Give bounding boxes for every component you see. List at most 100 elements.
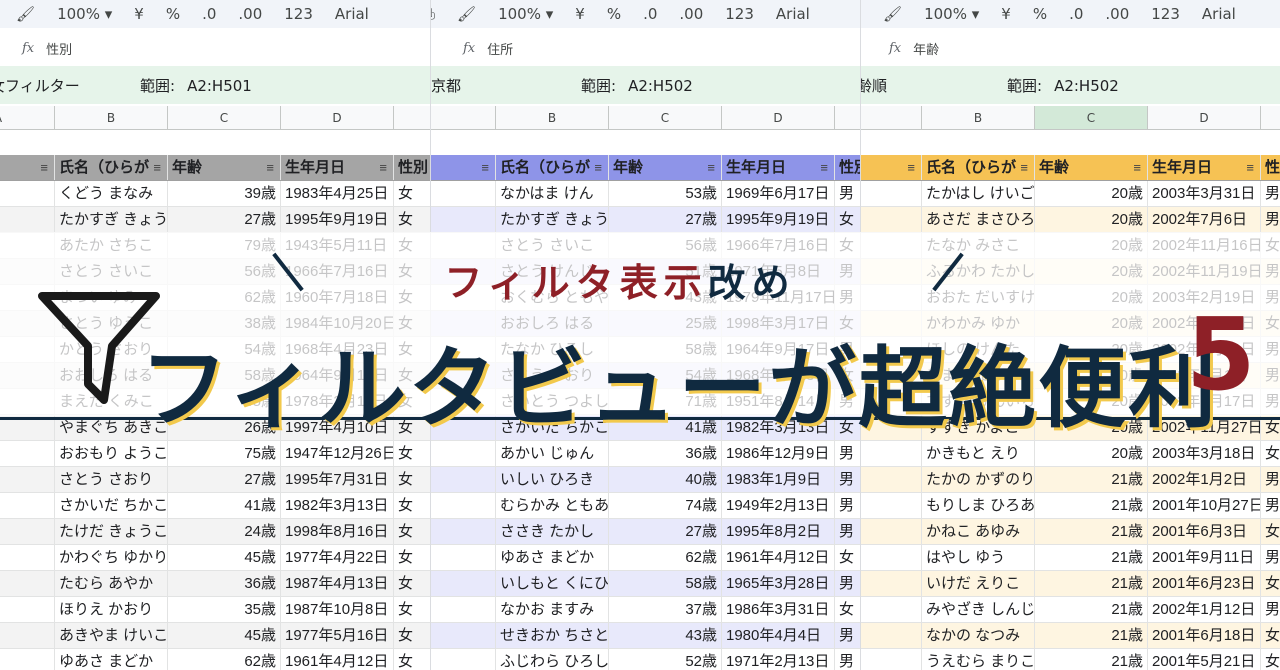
table-cell[interactable]: 男 [1261, 181, 1280, 206]
table-cell[interactable]: 41歳 [168, 493, 281, 518]
table-cell[interactable]: 男 [835, 571, 860, 596]
table-cell[interactable]: 2002年7月6日 [1148, 207, 1261, 232]
table-cell[interactable]: 男 [835, 519, 860, 544]
table-cell[interactable]: こ [861, 597, 922, 622]
table-cell[interactable]: 21歳 [1035, 597, 1148, 622]
header-cell[interactable]: 生年月日 [281, 155, 394, 180]
table-cell[interactable]: ふじわら ひろし [496, 649, 609, 670]
table-cell[interactable]: さかいだ ちかこ [55, 493, 168, 518]
table-cell[interactable]: 彦 [431, 571, 496, 596]
header-cell[interactable]: 年齢 [1035, 155, 1148, 180]
table-cell[interactable]: 1998年8月16日 [281, 519, 394, 544]
table-cell[interactable]: かねこ あゆみ [922, 519, 1035, 544]
table-cell[interactable]: 女 [394, 571, 430, 596]
table-cell[interactable]: 子 [0, 207, 55, 232]
table-cell[interactable]: 女 [1261, 519, 1280, 544]
table-cell[interactable]: 男 [835, 623, 860, 648]
table-cell[interactable]: 27歳 [168, 467, 281, 492]
table-cell[interactable]: 45歳 [168, 545, 281, 570]
table-cell[interactable]: 2001年6月23日 [1148, 571, 1261, 596]
number-format-button[interactable]: 123 [1151, 5, 1180, 23]
table-cell[interactable]: 男 [835, 181, 860, 206]
column-header-a[interactable] [861, 106, 922, 129]
table-cell[interactable]: 2001年6月3日 [1148, 519, 1261, 544]
table-cell[interactable]: 1980年4月4日 [722, 623, 835, 648]
header-cell[interactable] [431, 155, 496, 180]
decrease-decimal-button[interactable]: .0 [1069, 5, 1083, 23]
currency-button[interactable]: ¥ [134, 5, 144, 23]
table-cell[interactable]: 1983年4月25日 [281, 181, 394, 206]
table-cell[interactable]: 女 [1261, 623, 1280, 648]
decrease-decimal-button[interactable]: .0 [643, 5, 657, 23]
filter-view-name[interactable]: 女フィルター [0, 75, 140, 96]
table-cell[interactable]: 1982年3月13日 [281, 493, 394, 518]
table-cell[interactable]: せきおか ちさと [496, 623, 609, 648]
table-cell[interactable]: 21歳 [1035, 545, 1148, 570]
filter-range[interactable]: 範囲: A2:H502 [581, 75, 693, 96]
table-cell[interactable]: かり [0, 545, 55, 570]
table-cell[interactable] [0, 597, 55, 622]
table-cell[interactable]: いけだ えりこ [922, 571, 1035, 596]
formula-bar[interactable]: fx 性別 [0, 34, 430, 62]
column-header-e[interactable] [394, 106, 430, 129]
table-cell[interactable]: たかの かずのり [922, 467, 1035, 492]
table-cell[interactable]: 里 [431, 623, 496, 648]
number-format-button[interactable]: 123 [284, 5, 313, 23]
table-cell[interactable]: 崇 [431, 519, 496, 544]
table-cell[interactable]: 男 [1261, 493, 1280, 518]
percent-button[interactable]: % [166, 5, 180, 23]
header-cell[interactable]: 氏名（ひらが [55, 155, 168, 180]
table-cell[interactable]: 21歳 [1035, 519, 1148, 544]
formula-value[interactable]: 年齢 [913, 39, 939, 58]
table-cell[interactable]: 21歳 [1035, 623, 1148, 648]
zoom-select[interactable]: 100% ▾ [57, 5, 112, 23]
zoom-select[interactable]: 100% ▾ [498, 5, 553, 23]
table-cell[interactable]: 2001年6月18日 [1148, 623, 1261, 648]
table-cell[interactable]: 史 [431, 649, 496, 670]
table-cell[interactable]: 織 [0, 467, 55, 492]
percent-button[interactable]: % [1033, 5, 1047, 23]
print-icon[interactable]: ⎙ [861, 5, 862, 23]
table-cell[interactable]: 2001年9月11日 [1148, 545, 1261, 570]
increase-decimal-button[interactable]: .00 [238, 5, 262, 23]
table-cell[interactable]: あきやま けいこ [55, 623, 168, 648]
table-cell[interactable] [431, 545, 496, 570]
table-cell[interactable] [861, 519, 922, 544]
formula-value[interactable]: 住所 [487, 39, 513, 58]
table-cell[interactable]: 女 [394, 597, 430, 622]
table-cell[interactable]: 1949年2月13日 [722, 493, 835, 518]
table-cell[interactable]: なかはま けん [496, 181, 609, 206]
table-cell[interactable] [861, 181, 922, 206]
print-icon[interactable]: ⎙ [431, 5, 435, 23]
column-header-c[interactable]: C [609, 106, 722, 129]
currency-button[interactable]: ¥ [1001, 5, 1011, 23]
table-cell[interactable]: 45歳 [168, 623, 281, 648]
table-cell[interactable]: うえむら まりこ [922, 649, 1035, 670]
table-cell[interactable]: 男 [835, 467, 860, 492]
table-cell[interactable]: 女 [1261, 649, 1280, 670]
decrease-decimal-button[interactable]: .0 [202, 5, 216, 23]
header-cell[interactable]: 生年月日 [1148, 155, 1261, 180]
formula-bar[interactable]: fx 年齢 [861, 34, 1280, 62]
table-cell[interactable]: いしもと くにひこ [496, 571, 609, 596]
table-cell[interactable]: 2002年1月2日 [1148, 467, 1261, 492]
column-header-a[interactable]: A [0, 106, 55, 129]
table-cell[interactable]: 40歳 [609, 467, 722, 492]
table-cell[interactable]: 那 [0, 181, 55, 206]
paint-format-icon[interactable]: 🖌 [883, 5, 902, 23]
table-cell[interactable]: むらかみ ともあき [496, 493, 609, 518]
table-cell[interactable] [861, 545, 922, 570]
table-cell[interactable]: 女 [394, 519, 430, 544]
table-cell[interactable]: 21歳 [1035, 493, 1148, 518]
table-cell[interactable]: 女 [394, 181, 430, 206]
table-cell[interactable]: 24歳 [168, 519, 281, 544]
table-cell[interactable]: なかの なつみ [922, 623, 1035, 648]
table-cell[interactable]: 1995年9月19日 [722, 207, 835, 232]
table-cell[interactable]: ゆあさ まどか [55, 649, 168, 670]
table-cell[interactable]: 2001年10月27日 [1148, 493, 1261, 518]
column-header-d[interactable]: D [1148, 106, 1261, 129]
formula-bar[interactable]: fx 住所 [431, 34, 860, 62]
table-cell[interactable]: くどう まなみ [55, 181, 168, 206]
table-cell[interactable]: 子 [0, 649, 55, 670]
font-select[interactable]: Arial [776, 5, 810, 23]
